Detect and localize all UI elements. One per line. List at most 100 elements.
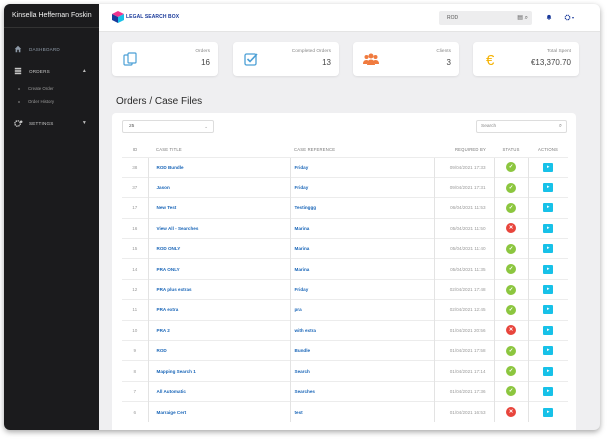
table-row[interactable]: 37 Jason Friday 09/04/2021 17:31 ✓ ▸ [122,176,568,198]
col-header-case-title[interactable]: CASE TITLE [148,143,290,157]
view-button[interactable]: ▸ [543,223,554,233]
cell-case-reference[interactable]: test [289,401,434,423]
sidebar-item-orders[interactable]: ORDERS ▲ [4,60,99,82]
search-icon: ⌕ [558,123,562,129]
cell-case-reference[interactable]: Friday [289,156,434,178]
cell-case-title[interactable]: PRA plus extras [147,278,290,300]
top-search-input[interactable]: ROD ▤ ⌕ [439,11,532,25]
cell-required-by: 01/04/2021 17:58 [433,340,494,361]
cell-required-by: 02/04/2021 17:48 [433,278,494,300]
col-header-status[interactable]: STATUS [494,143,528,157]
stat-label: Orders [195,49,210,54]
col-header-case-reference[interactable]: CASE REFERENCE [290,143,434,157]
svg-text:€: € [486,52,495,67]
table-row[interactable]: 6 Marraige Cert test 01/04/2021 16:53 ✕ ▸ [122,401,568,423]
cell-status: ✓ [493,340,529,361]
cell-required-by: 06/04/2021 11:53 [433,197,494,219]
cell-case-title[interactable]: View All - Searches [147,217,290,239]
cell-actions: ▸ [527,176,568,198]
cell-actions: ▸ [527,156,568,178]
cell-case-title[interactable]: New Test [147,197,290,219]
cell-case-title[interactable]: ROD ONLY [147,238,290,259]
table-row[interactable]: 38 ROD Bundle Friday 09/04/2021 17:33 ✓ ▸ [122,156,568,178]
table-row[interactable]: 10 PRA 2 with extra 01/04/2021 20:56 ✕ ▸ [122,319,568,341]
cell-id: 7 [122,380,148,402]
cell-case-title[interactable]: ROD [147,340,290,361]
cell-case-title[interactable]: Marraige Cert [147,401,290,423]
view-button[interactable]: ▸ [543,346,554,356]
view-button[interactable]: ▸ [543,305,554,315]
status-cancelled-icon: ✕ [506,223,517,234]
view-button[interactable]: ▸ [543,407,554,417]
cell-case-reference[interactable]: Friday [289,176,434,198]
settings-gear-icon[interactable] [564,14,571,23]
view-button[interactable]: ▸ [543,183,554,193]
search-icon[interactable]: ▤ ⌕ [517,14,528,22]
page-size-select[interactable]: 25 ⌄ [122,120,214,133]
view-button[interactable]: ▸ [543,285,554,295]
cell-case-reference[interactable]: Friday [289,278,434,300]
cell-case-reference[interactable]: Marina [289,238,434,259]
view-button[interactable]: ▸ [543,203,554,213]
sidebar-subitem-label: Create Order [28,86,54,91]
chevron-down-icon[interactable]: ▾ [572,15,574,20]
euro-icon: € [486,52,495,67]
cell-id: 10 [122,319,148,341]
cell-case-title[interactable]: PRA ONLY [147,258,290,280]
view-button[interactable]: ▸ [543,366,554,376]
table-row[interactable]: 8 Mapping Search 1 Search 01/04/2021 17:14 ✓… [122,360,568,382]
col-header-id[interactable]: ID [122,143,148,157]
table-row[interactable]: 16 View All - Searches Marina 05/04/2021 11… [122,217,568,239]
status-complete-icon: ✓ [506,162,517,173]
sidebar-item-label: DASHBOARD [29,46,60,52]
cell-case-reference[interactable]: pra [289,299,434,321]
table-row[interactable]: 11 PRA extra pra 02/04/2021 12:45 ✓ ▸ [122,299,568,321]
cell-actions: ▸ [527,217,568,239]
sidebar-subitem-create-order[interactable]: Create Order [4,82,99,95]
cell-required-by: 02/04/2021 12:45 [433,299,494,321]
sidebar-subitem-order-history[interactable]: Order History [4,95,99,108]
view-button[interactable]: ▸ [543,325,554,335]
table-row[interactable]: 15 ROD ONLY Marina 05/04/2021 11:40 ✓ ▸ [122,238,568,259]
sidebar: Kinsella Heffernan Foskin DASHBOARD ORDE… [4,4,99,430]
cell-case-title[interactable]: Mapping Search 1 [147,360,290,382]
stat-label: Clients [436,49,451,54]
chevron-down-icon: ⌄ [204,124,208,129]
cell-case-reference[interactable]: with extra [289,319,434,341]
cell-case-reference[interactable]: Search [289,360,434,382]
cell-case-title[interactable]: PRA 2 [147,319,290,341]
table-row[interactable]: 17 New Test Testinggg 06/04/2021 11:53 ✓ ▸ [122,197,568,219]
cell-case-title[interactable]: PRA extra [147,299,290,321]
sidebar-item-dashboard[interactable]: DASHBOARD [4,38,99,60]
sidebar-item-settings[interactable]: SETTINGS ▼ [4,112,99,134]
cell-case-reference[interactable]: Testinggg [289,197,434,219]
home-icon [13,44,23,54]
cell-actions: ▸ [527,380,568,402]
cell-case-reference[interactable]: Searches [289,380,434,402]
table-row[interactable]: 7 All Automatic Searches 01/04/2021 17:36 ✓ ▸ [122,380,568,402]
cell-required-by: 01/04/2021 16:53 [433,401,494,423]
cell-actions: ▸ [527,319,568,341]
cell-case-reference[interactable]: Bundle [289,340,434,361]
bell-icon[interactable] [546,14,552,22]
cell-case-reference[interactable]: Marina [289,258,434,280]
view-button[interactable]: ▸ [543,386,554,396]
cell-case-reference[interactable]: Marina [289,217,434,239]
table-row[interactable]: 9 ROD Bundle 01/04/2021 17:58 ✓ ▸ [122,340,568,361]
view-button[interactable]: ▸ [543,244,554,254]
col-header-required-by[interactable]: REQUIRED BY [434,143,494,157]
cell-case-title[interactable]: All Automatic [147,380,290,402]
cell-actions: ▸ [527,360,568,382]
logo[interactable]: LEGAL SEARCH BOX [112,11,179,23]
view-button[interactable]: ▸ [543,264,554,274]
cell-id: 37 [122,176,148,198]
table-row[interactable]: 14 PRA ONLY Marina 05/04/2021 11:35 ✓ ▸ [122,258,568,280]
table-search-input[interactable]: Search ⌕ [476,120,567,133]
cell-case-title[interactable]: Jason [147,176,290,198]
sidebar-item-label: SETTINGS [29,120,54,126]
stat-label: Completed Orders [291,49,331,54]
cell-case-title[interactable]: ROD Bundle [147,156,290,178]
table-row[interactable]: 12 PRA plus extras Friday 02/04/2021 17:48 ✓… [122,278,568,300]
view-button[interactable]: ▸ [543,162,554,172]
stat-value: 3 [446,58,451,67]
